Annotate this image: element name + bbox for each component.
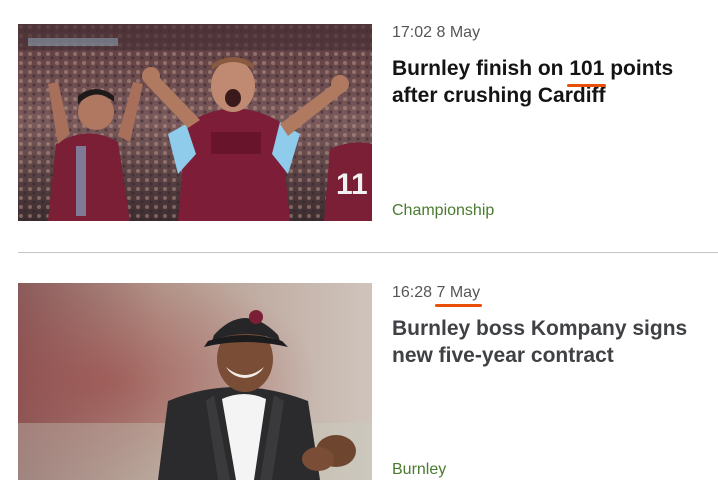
celebrating-players-photo: 11 <box>18 24 372 221</box>
topic-tag-championship[interactable]: Championship <box>392 202 494 220</box>
news-feed: 11 17:02 8 May Burnley finish on 101 poi… <box>0 0 718 492</box>
article-card[interactable]: 16:28 7 May Burnley boss Kompany signs n… <box>0 253 718 492</box>
article-card[interactable]: 11 17:02 8 May Burnley finish on 101 poi… <box>0 0 718 253</box>
svg-text:11: 11 <box>336 168 368 201</box>
article-timestamp: 16:28 7 May <box>392 284 483 307</box>
article-headline[interactable]: Burnley finish on 101 points after crush… <box>392 55 712 109</box>
manager-portrait-photo <box>18 283 372 480</box>
topic-tag-burnley[interactable]: Burnley <box>392 461 446 479</box>
highlighted-number: 101 <box>567 55 607 87</box>
article-thumbnail[interactable]: 11 <box>18 24 372 221</box>
highlighted-date: 7 May <box>434 284 483 307</box>
highlighted-date-text: 7 May <box>436 284 481 301</box>
article-time: 17:02 <box>392 24 433 41</box>
orange-underline <box>434 304 483 307</box>
highlighted-number-text: 101 <box>569 57 605 80</box>
article-date: 8 May <box>436 24 481 41</box>
article-thumbnail[interactable] <box>18 283 372 480</box>
article-time: 16:28 <box>392 284 433 301</box>
orange-underline <box>567 84 607 87</box>
article-headline[interactable]: Burnley boss Kompany signs new five-year… <box>392 315 712 369</box>
article-timestamp: 17:02 8 May <box>392 24 480 42</box>
headline-text-start: Burnley finish on <box>392 57 570 80</box>
